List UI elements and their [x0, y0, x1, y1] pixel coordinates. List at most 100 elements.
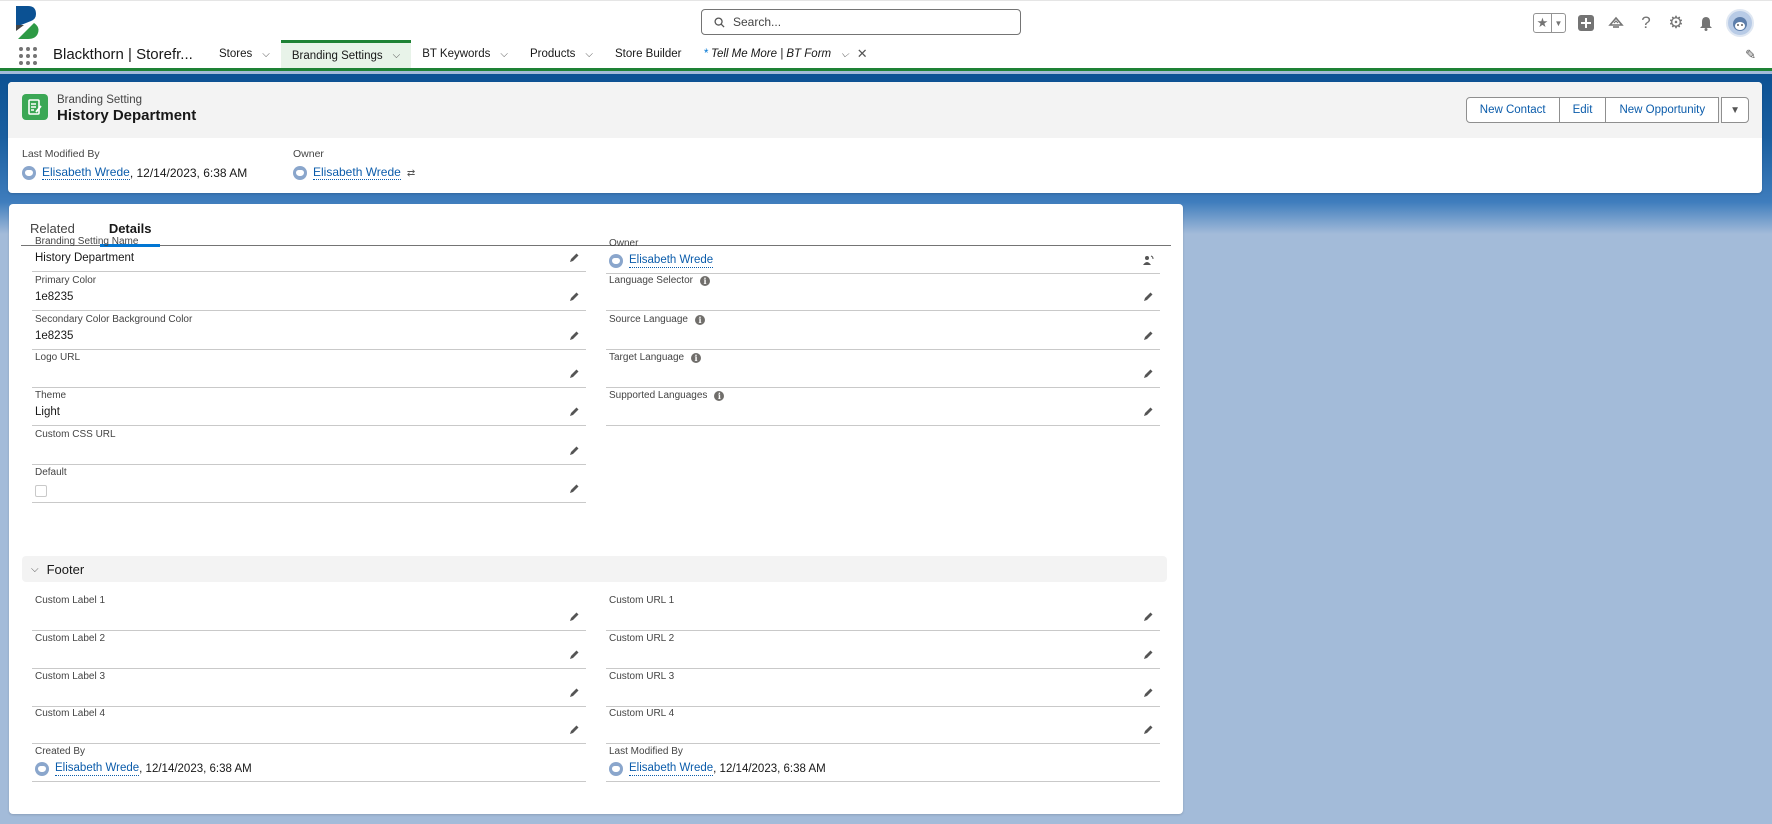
field-custom-url-3: Custom URL 3: [606, 669, 1160, 707]
new-contact-button[interactable]: New Contact: [1465, 97, 1560, 123]
user-link[interactable]: Elisabeth Wrede: [629, 254, 714, 268]
user-avatar-icon[interactable]: [1726, 9, 1754, 37]
edit-pencil-icon[interactable]: [1142, 290, 1154, 302]
edit-pencil-icon[interactable]: [568, 290, 580, 302]
global-search-input[interactable]: Search...: [701, 9, 1021, 35]
field-label: Primary Color: [35, 275, 96, 286]
field-value: Elisabeth Wrede, 12/14/2023, 6:38 AM: [609, 762, 826, 776]
field-label-text: Default: [35, 467, 67, 478]
field-custom-label-1: Custom Label 1: [32, 593, 586, 631]
nav-item-tell-me-more-tab[interactable]: * Tell Me More | BT Form ⌵ ✕: [692, 40, 878, 68]
edit-pencil-icon[interactable]: [568, 251, 580, 263]
default-checkbox[interactable]: [35, 485, 47, 497]
record-detail-card: Related Details Branding Setting Name His…: [9, 204, 1183, 814]
info-icon[interactable]: i: [699, 275, 710, 286]
user-link[interactable]: Elisabeth Wrede: [42, 166, 130, 180]
field-target-language: Target Language i: [606, 350, 1160, 388]
edit-pencil-icon[interactable]: [568, 444, 580, 456]
nav-item-products[interactable]: Products ⌵: [519, 40, 604, 68]
change-owner-icon[interactable]: ⇄: [407, 168, 415, 179]
trailhead-guidance-icon[interactable]: [1606, 13, 1626, 33]
field-value: 1e8235: [35, 291, 74, 303]
highlight-owner: Owner Elisabeth Wrede ⇄: [293, 148, 415, 180]
chevron-down-icon[interactable]: ⌵: [500, 49, 508, 60]
close-tab-icon[interactable]: ✕: [857, 46, 868, 62]
edit-pencil-icon[interactable]: [1142, 329, 1154, 341]
edit-nav-pencil-icon[interactable]: ✎: [1745, 47, 1756, 63]
edit-pencil-icon[interactable]: [568, 610, 580, 622]
edit-pencil-icon[interactable]: [1142, 405, 1154, 417]
info-icon[interactable]: i: [694, 314, 705, 325]
favorites-group[interactable]: ★ ▼: [1533, 13, 1566, 33]
notifications-bell-icon[interactable]: [1696, 13, 1716, 33]
more-actions-dropdown-icon[interactable]: ▼: [1721, 97, 1749, 123]
field-custom-css-url: Custom CSS URL: [32, 427, 586, 465]
nav-item-label: Branding Settings: [291, 49, 383, 62]
field-label: Custom URL 4: [609, 708, 674, 719]
edit-pencil-icon[interactable]: [1142, 367, 1154, 379]
user-link[interactable]: Elisabeth Wrede: [629, 762, 714, 776]
edit-pencil-icon[interactable]: [568, 329, 580, 341]
field-label-text: Custom Label 3: [35, 671, 106, 682]
field-default: Default: [32, 465, 586, 503]
setup-gear-icon[interactable]: ⚙: [1666, 13, 1686, 33]
field-label-text: Custom URL 1: [609, 595, 675, 606]
field-label: Language Selector i: [609, 275, 710, 286]
field-custom-url-1: Custom URL 1: [606, 593, 1160, 631]
field-label-text: Supported Languages: [609, 390, 708, 401]
blackthorn-logo[interactable]: [14, 5, 42, 41]
edit-pencil-icon[interactable]: [568, 648, 580, 660]
favorites-star-icon[interactable]: ★: [1534, 14, 1551, 32]
field-label-text: Custom CSS URL: [35, 429, 116, 440]
user-link[interactable]: Elisabeth Wrede: [313, 166, 401, 180]
edit-pencil-icon[interactable]: [568, 367, 580, 379]
field-label: Custom URL 3: [609, 671, 674, 682]
nav-item-bt-keywords[interactable]: BT Keywords ⌵: [411, 40, 519, 68]
field-value: Elisabeth Wrede, 12/14/2023, 6:38 AM: [35, 762, 252, 776]
edit-pencil-icon[interactable]: [1142, 610, 1154, 622]
field-label: Custom URL 2: [609, 633, 674, 644]
highlight-last-modified: Last Modified By Elisabeth Wrede , 12/14…: [22, 148, 247, 180]
edit-pencil-icon[interactable]: [568, 723, 580, 735]
nav-item-store-builder[interactable]: Store Builder: [604, 40, 692, 68]
field-owner: Owner Elisabeth Wrede: [606, 236, 1160, 274]
chevron-down-icon[interactable]: ⌵: [585, 49, 593, 60]
new-opportunity-button[interactable]: New Opportunity: [1605, 97, 1720, 123]
global-actions-plus-icon[interactable]: [1576, 13, 1596, 33]
edit-pencil-icon[interactable]: [568, 405, 580, 417]
favorites-dropdown-icon[interactable]: ▼: [1551, 14, 1565, 32]
edit-pencil-icon[interactable]: [1142, 723, 1154, 735]
field-custom-label-4: Custom Label 4: [32, 706, 586, 744]
chevron-down-icon[interactable]: ⌵: [262, 49, 270, 60]
footer-section-toggle[interactable]: ⌵ Footer: [22, 556, 1167, 582]
nav-item-label: Stores: [219, 48, 253, 60]
nav-item-branding-settings[interactable]: Branding Settings ⌵: [280, 40, 412, 68]
edit-pencil-icon[interactable]: [568, 686, 580, 698]
edit-pencil-icon[interactable]: [1142, 686, 1154, 698]
field-value: Light: [35, 406, 60, 418]
info-icon[interactable]: i: [691, 352, 702, 363]
branding-setting-object-icon: [22, 94, 48, 120]
edit-button[interactable]: Edit: [1558, 97, 1607, 123]
field-secondary-color-background-color: Secondary Color Background Color 1e8235: [32, 312, 586, 350]
user-avatar-icon: [293, 166, 307, 180]
edit-pencil-icon[interactable]: [1142, 648, 1154, 660]
chevron-down-icon[interactable]: ⌵: [393, 50, 401, 61]
info-icon[interactable]: i: [714, 390, 725, 401]
change-owner-icon[interactable]: [1142, 253, 1154, 265]
field-label-text: Theme: [35, 390, 67, 401]
field-label: Created By: [35, 746, 85, 757]
nav-item-stores[interactable]: Stores ⌵: [208, 40, 281, 68]
field-value: Elisabeth Wrede: [609, 254, 714, 268]
global-header: Search... ★ ▼ ? ⚙: [0, 0, 1772, 40]
field-label-text: Language Selector: [609, 275, 693, 286]
search-icon: [714, 16, 725, 28]
user-link[interactable]: Elisabeth Wrede: [55, 762, 140, 776]
app-name: Blackthorn | Storefr...: [53, 46, 193, 63]
edit-pencil-icon[interactable]: [568, 482, 580, 494]
chevron-down-icon[interactable]: ⌵: [841, 49, 849, 60]
user-avatar-icon: [609, 762, 623, 776]
app-launcher-icon[interactable]: [19, 47, 37, 65]
help-question-icon[interactable]: ?: [1636, 13, 1656, 33]
field-primary-color: Primary Color 1e8235: [32, 273, 586, 311]
